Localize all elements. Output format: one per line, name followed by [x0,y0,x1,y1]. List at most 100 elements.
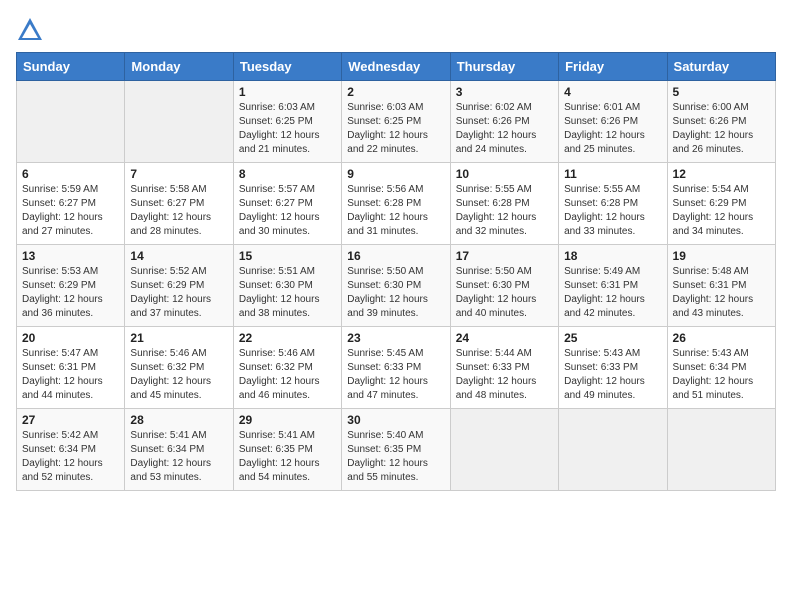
calendar-week-row: 27 Sunrise: 5:42 AMSunset: 6:34 PMDayligh… [17,409,776,491]
calendar-cell: 10 Sunrise: 5:55 AMSunset: 6:28 PMDayligh… [450,163,558,245]
day-number: 28 [130,413,227,427]
calendar-cell: 16Sunrise: 5:50 AMSunset: 6:30 PMDayligh… [342,245,450,327]
logo-icon [16,16,44,44]
calendar-cell: 18 Sunrise: 5:49 AMSunset: 6:31 PMDayligh… [559,245,667,327]
day-number: 30 [347,413,444,427]
day-number: 19 [673,249,770,263]
day-number: 22 [239,331,336,345]
day-number: 18 [564,249,661,263]
day-number: 14 [130,249,227,263]
day-info: Sunrise: 5:55 AMSunset: 6:28 PMDaylight:… [456,183,553,239]
day-number: 4 [564,85,661,99]
day-info: Sunrise: 5:47 AMSunset: 6:31 PMDaylight:… [22,347,119,403]
day-info: Sunrise: 5:45 AMSunset: 6:33 PMDaylight:… [347,347,444,403]
calendar-week-row: 6 Sunrise: 5:59 AMSunset: 6:27 PMDaylight… [17,163,776,245]
day-info: Sunrise: 5:46 AMSunset: 6:32 PMDaylight:… [239,347,336,403]
day-info: Sunrise: 5:53 AMSunset: 6:29 PMDaylight:… [22,265,119,321]
day-number: 26 [673,331,770,345]
day-info: Sunrise: 5:44 AMSunset: 6:33 PMDaylight:… [456,347,553,403]
calendar-cell [559,409,667,491]
day-info: Sunrise: 6:01 AMSunset: 6:26 PMDaylight:… [564,101,661,157]
day-info: Sunrise: 5:59 AMSunset: 6:27 PMDaylight:… [22,183,119,239]
calendar-cell: 17 Sunrise: 5:50 AMSunset: 6:30 PMDayligh… [450,245,558,327]
day-number: 8 [239,167,336,181]
calendar-cell: 30 Sunrise: 5:40 AMSunset: 6:35 PMDayligh… [342,409,450,491]
calendar-header-row: SundayMondayTuesdayWednesdayThursdayFrid… [17,53,776,81]
header-day-friday: Friday [559,53,667,81]
calendar-cell [450,409,558,491]
day-info: Sunrise: 5:49 AMSunset: 6:31 PMDaylight:… [564,265,661,321]
calendar-cell: 1Sunrise: 6:03 AMSunset: 6:25 PMDaylight… [233,81,341,163]
calendar-week-row: 13 Sunrise: 5:53 AMSunset: 6:29 PMDayligh… [17,245,776,327]
calendar-cell: 14 Sunrise: 5:52 AMSunset: 6:29 PMDayligh… [125,245,233,327]
day-number: 27 [22,413,119,427]
header-day-sunday: Sunday [17,53,125,81]
day-info: Sunrise: 5:55 AMSunset: 6:28 PMDaylight:… [564,183,661,239]
day-number: 17 [456,249,553,263]
day-number: 10 [456,167,553,181]
day-info: Sunrise: 6:03 AMSunset: 6:25 PMDaylight:… [347,101,444,157]
day-info: Sunrise: 5:50 AMSunset: 6:30 PMDaylight:… [456,265,553,321]
calendar-cell: 28 Sunrise: 5:41 AMSunset: 6:34 PMDayligh… [125,409,233,491]
calendar-cell: 11 Sunrise: 5:55 AMSunset: 6:28 PMDayligh… [559,163,667,245]
day-info: Sunrise: 5:41 AMSunset: 6:34 PMDaylight:… [130,429,227,485]
calendar-cell: 19 Sunrise: 5:48 AMSunset: 6:31 PMDayligh… [667,245,775,327]
header-day-saturday: Saturday [667,53,775,81]
calendar-cell [125,81,233,163]
header [16,16,776,44]
day-number: 6 [22,167,119,181]
day-number: 20 [22,331,119,345]
day-number: 21 [130,331,227,345]
header-day-tuesday: Tuesday [233,53,341,81]
calendar-cell: 3 Sunrise: 6:02 AMSunset: 6:26 PMDaylight… [450,81,558,163]
header-day-wednesday: Wednesday [342,53,450,81]
calendar-week-row: 1 Sunrise: 6:03 AMSunset: 6:25 PMDaylight… [17,81,776,163]
day-number: 7 [130,167,227,181]
day-number: 12 [673,167,770,181]
day-info: Sunrise: 5:48 AMSunset: 6:31 PMDaylight:… [673,265,770,321]
day-info: Sunrise: 5:40 AMSunset: 6:35 PMDaylight:… [347,429,444,485]
day-number: 5 [673,85,770,99]
day-info: Sunrise: 5:54 AMSunset: 6:29 PMDaylight:… [673,183,770,239]
day-info: Sunrise: 5:56 AMSunset: 6:28 PMDaylight:… [347,183,444,239]
day-number: 1 [239,85,336,99]
day-info: Sunrise: 5:52 AMSunset: 6:29 PMDaylight:… [130,265,227,321]
day-number: 3 [456,85,553,99]
day-number: 25 [564,331,661,345]
day-info: Sunrise: 6:02 AMSunset: 6:26 PMDaylight:… [456,101,553,157]
day-info: Sunrise: 5:50 AMSunset: 6:30 PMDaylight:… [347,265,444,321]
calendar-cell [17,81,125,163]
header-day-monday: Monday [125,53,233,81]
day-number: 24 [456,331,553,345]
calendar-cell: 25 Sunrise: 5:43 AMSunset: 6:33 PMDayligh… [559,327,667,409]
day-number: 2 [347,85,444,99]
day-info: Sunrise: 5:46 AMSunset: 6:32 PMDaylight:… [130,347,227,403]
day-number: 9 [347,167,444,181]
day-number: 11 [564,167,661,181]
day-info: Sunrise: 5:51 AMSunset: 6:30 PMDaylight:… [239,265,336,321]
calendar-cell: 26 Sunrise: 5:43 AMSunset: 6:34 PMDayligh… [667,327,775,409]
day-info: Sunrise: 5:57 AMSunset: 6:27 PMDaylight:… [239,183,336,239]
calendar-cell: 29Sunrise: 5:41 AMSunset: 6:35 PMDayligh… [233,409,341,491]
calendar-cell: 24 Sunrise: 5:44 AMSunset: 6:33 PMDayligh… [450,327,558,409]
calendar-cell: 4 Sunrise: 6:01 AMSunset: 6:26 PMDaylight… [559,81,667,163]
calendar-cell: 20 Sunrise: 5:47 AMSunset: 6:31 PMDayligh… [17,327,125,409]
calendar-cell: 27 Sunrise: 5:42 AMSunset: 6:34 PMDayligh… [17,409,125,491]
calendar-table: SundayMondayTuesdayWednesdayThursdayFrid… [16,52,776,491]
calendar-cell: 23Sunrise: 5:45 AMSunset: 6:33 PMDayligh… [342,327,450,409]
day-info: Sunrise: 5:43 AMSunset: 6:33 PMDaylight:… [564,347,661,403]
calendar-week-row: 20 Sunrise: 5:47 AMSunset: 6:31 PMDayligh… [17,327,776,409]
day-number: 29 [239,413,336,427]
calendar-cell: 7 Sunrise: 5:58 AMSunset: 6:27 PMDaylight… [125,163,233,245]
day-number: 13 [22,249,119,263]
calendar-cell: 5Sunrise: 6:00 AMSunset: 6:26 PMDaylight… [667,81,775,163]
calendar-cell: 15Sunrise: 5:51 AMSunset: 6:30 PMDayligh… [233,245,341,327]
day-info: Sunrise: 5:42 AMSunset: 6:34 PMDaylight:… [22,429,119,485]
calendar-cell: 12 Sunrise: 5:54 AMSunset: 6:29 PMDayligh… [667,163,775,245]
calendar-cell: 9 Sunrise: 5:56 AMSunset: 6:28 PMDaylight… [342,163,450,245]
calendar-cell: 13 Sunrise: 5:53 AMSunset: 6:29 PMDayligh… [17,245,125,327]
day-info: Sunrise: 5:58 AMSunset: 6:27 PMDaylight:… [130,183,227,239]
calendar-cell: 21 Sunrise: 5:46 AMSunset: 6:32 PMDayligh… [125,327,233,409]
calendar-cell: 6 Sunrise: 5:59 AMSunset: 6:27 PMDaylight… [17,163,125,245]
day-info: Sunrise: 5:43 AMSunset: 6:34 PMDaylight:… [673,347,770,403]
